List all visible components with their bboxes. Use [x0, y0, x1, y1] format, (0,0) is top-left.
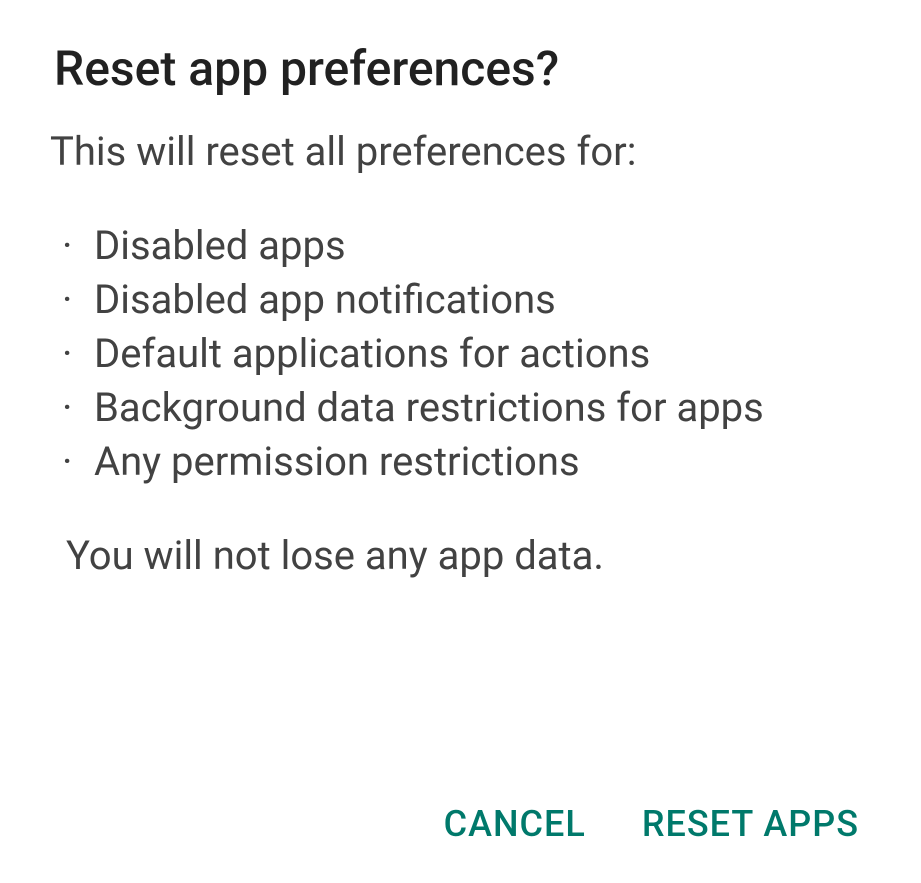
dialog-intro-text: This will reset all preferences for:	[50, 125, 871, 179]
list-item: Disabled app notifications	[50, 273, 871, 327]
list-item: Any permission restrictions	[50, 435, 871, 489]
cancel-button[interactable]: CANCEL	[440, 795, 590, 853]
dialog-body: This will reset all preferences for: Dis…	[50, 125, 871, 755]
dialog-actions: CANCEL RESET APPS	[50, 795, 871, 853]
list-item: Disabled apps	[50, 219, 871, 273]
list-item: Default applications for actions	[50, 327, 871, 381]
dialog-footer-text: You will not lose any app data.	[50, 529, 871, 583]
dialog-bullet-list: Disabled apps Disabled app notifications…	[50, 219, 871, 489]
reset-apps-button[interactable]: RESET APPS	[638, 795, 863, 853]
dialog-title: Reset app preferences?	[54, 40, 871, 97]
list-item: Background data restrictions for apps	[50, 381, 871, 435]
